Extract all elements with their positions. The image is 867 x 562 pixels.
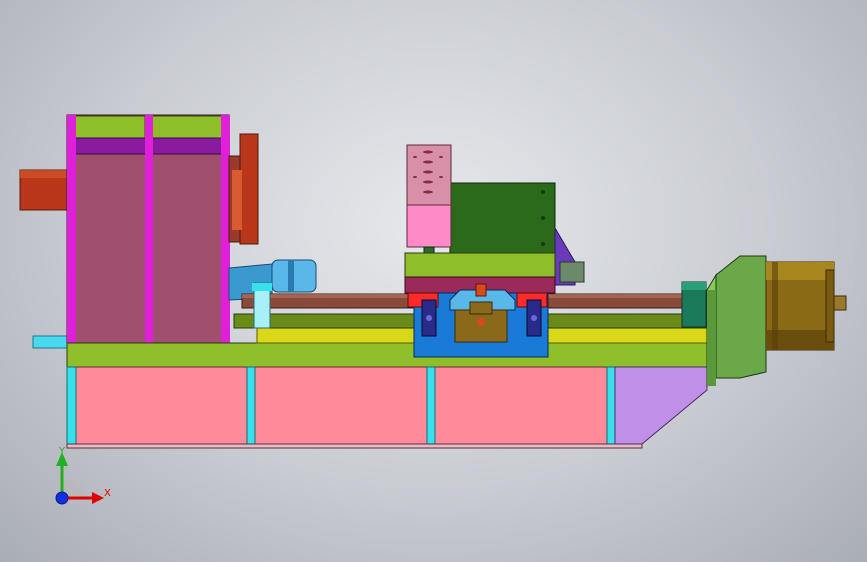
axis-z-dot — [55, 491, 69, 505]
tool-post[interactable] — [406, 144, 452, 206]
carriage-saddle[interactable] — [404, 252, 556, 278]
tool-post-lower[interactable] — [406, 204, 452, 248]
motor-adapter-housing[interactable] — [715, 255, 767, 379]
base-tail-plate[interactable] — [614, 366, 708, 445]
headstock-top-band[interactable] — [74, 115, 146, 139]
base-panel-1[interactable] — [74, 366, 248, 445]
axis-y-label: Y — [58, 446, 66, 457]
base-panel-2[interactable] — [254, 366, 428, 445]
base-panel-3[interactable] — [434, 366, 608, 445]
machine-bed-top[interactable] — [66, 342, 708, 368]
coordinate-triad — [55, 452, 104, 505]
model-canvas[interactable]: Y X — [0, 0, 867, 562]
carriage-upper-block[interactable] — [449, 182, 556, 254]
axis-x-label: X — [104, 488, 111, 499]
headstock-magenta-edge-left — [67, 115, 76, 345]
left-cyan-pin[interactable] — [32, 335, 70, 349]
cad-viewport[interactable]: Y X — [0, 0, 867, 562]
